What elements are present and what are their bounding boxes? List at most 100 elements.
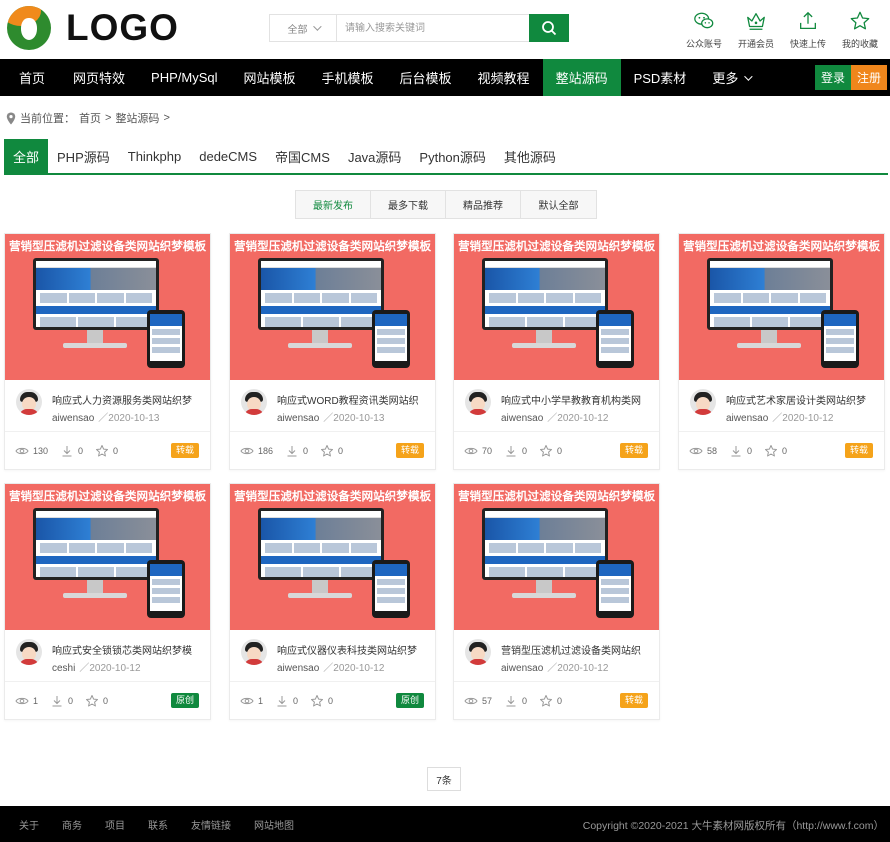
card-author[interactable]: aiwensao bbox=[277, 413, 319, 424]
login-button[interactable]: 登录 bbox=[815, 65, 851, 90]
favorites-stat[interactable]: 0 bbox=[320, 444, 343, 458]
footer-link-business[interactable]: 商务 bbox=[62, 817, 82, 832]
nav-item-psd[interactable]: PSD素材 bbox=[621, 59, 700, 96]
nav-item-more[interactable]: 更多 bbox=[699, 59, 763, 96]
nav-item-admin-templates[interactable]: 后台模板 bbox=[387, 59, 465, 96]
sort-most-downloaded[interactable]: 最多下载 bbox=[371, 191, 446, 218]
quick-link-label: 我的收藏 bbox=[841, 39, 878, 49]
nav-item-home[interactable]: 首页 bbox=[0, 59, 60, 96]
tab-other[interactable]: 其他源码 bbox=[495, 139, 565, 173]
favorites-stat[interactable]: 0 bbox=[764, 444, 787, 458]
breadcrumb-current[interactable]: 整站源码 bbox=[115, 110, 159, 126]
card-thumbnail[interactable]: 营销型压滤机过滤设备类网站织梦模板 bbox=[454, 484, 659, 630]
nav-item-video-tutorials[interactable]: 视频教程 bbox=[465, 59, 543, 96]
avatar[interactable] bbox=[241, 389, 267, 415]
card-thumbnail[interactable]: 营销型压滤机过滤设备类网站织梦模板 bbox=[230, 234, 435, 380]
tab-empirecms[interactable]: 帝国CMS bbox=[266, 139, 339, 173]
downloads-stat: 0 bbox=[504, 694, 527, 708]
card-thumbnail[interactable]: 营销型压滤机过滤设备类网站织梦模板 bbox=[230, 484, 435, 630]
card-author[interactable]: aiwensao bbox=[277, 663, 319, 674]
quick-link-upload[interactable]: 快速上传 bbox=[782, 10, 834, 50]
breadcrumb-home[interactable]: 首页 bbox=[79, 110, 101, 126]
nav-item-site-templates[interactable]: 网站模板 bbox=[231, 59, 309, 96]
thumbnail-title: 营销型压滤机过滤设备类网站织梦模板 bbox=[8, 490, 207, 503]
favorites-stat[interactable]: 0 bbox=[539, 444, 562, 458]
resource-card[interactable]: 营销型压滤机过滤设备类网站织梦模板 bbox=[229, 483, 436, 720]
avatar[interactable] bbox=[16, 639, 42, 665]
phone-illustration bbox=[372, 310, 410, 368]
tab-php[interactable]: PHP源码 bbox=[48, 139, 119, 173]
resource-card[interactable]: 营销型压滤机过滤设备类网站织梦模板 bbox=[4, 233, 211, 470]
card-title[interactable]: 响应式仪器仪表科技类网站织梦 bbox=[277, 642, 427, 657]
search-input[interactable] bbox=[337, 15, 529, 41]
footer-link-projects[interactable]: 项目 bbox=[105, 817, 125, 832]
quick-link-favorites[interactable]: 我的收藏 bbox=[834, 10, 886, 50]
card-stats: 1 0 0 原创 bbox=[5, 682, 210, 719]
card-author[interactable]: aiwensao bbox=[501, 413, 543, 424]
footer-link-contact[interactable]: 联系 bbox=[148, 817, 168, 832]
nav-item-php-mysql[interactable]: PHP/MySql bbox=[138, 59, 230, 96]
card-title[interactable]: 响应式WORD教程资讯类网站织 bbox=[277, 392, 427, 407]
favorites-stat[interactable]: 0 bbox=[539, 694, 562, 708]
tab-all[interactable]: 全部 bbox=[4, 139, 49, 173]
footer-link-sitemap[interactable]: 网站地图 bbox=[254, 817, 294, 832]
sort-default[interactable]: 默认全部 bbox=[521, 191, 596, 218]
favorites-stat[interactable]: 0 bbox=[310, 694, 333, 708]
avatar[interactable] bbox=[241, 639, 267, 665]
card-title[interactable]: 营销型压滤机过滤设备类网站织 bbox=[501, 642, 651, 657]
sort-latest[interactable]: 最新发布 bbox=[296, 191, 371, 218]
logo[interactable]: LOGO bbox=[7, 6, 179, 50]
card-date: ／2020-10-12 bbox=[547, 663, 609, 674]
card-title[interactable]: 响应式安全锁锁芯类网站织梦模 bbox=[52, 642, 202, 657]
resource-card[interactable]: 营销型压滤机过滤设备类网站织梦模板 bbox=[678, 233, 885, 470]
card-author[interactable]: aiwensao bbox=[52, 413, 94, 424]
avatar[interactable] bbox=[690, 389, 716, 415]
resource-card[interactable]: 营销型压滤机过滤设备类网站织梦模板 bbox=[453, 483, 660, 720]
avatar[interactable] bbox=[465, 389, 491, 415]
favorites-stat[interactable]: 0 bbox=[95, 444, 118, 458]
card-date: ／2020-10-12 bbox=[79, 663, 141, 674]
card-thumbnail[interactable]: 营销型压滤机过滤设备类网站织梦模板 bbox=[679, 234, 884, 380]
nav-item-web-effects[interactable]: 网页特效 bbox=[60, 59, 138, 96]
monitor-illustration bbox=[707, 258, 833, 330]
card-title[interactable]: 响应式中小学早教教育机构类网 bbox=[501, 392, 651, 407]
card-author-line: aiwensao ／2020-10-12 bbox=[501, 409, 608, 424]
resource-card[interactable]: 营销型压滤机过滤设备类网站织梦模板 bbox=[4, 483, 211, 720]
category-tabs: 全部 PHP源码 Thinkphp dedeCMS 帝国CMS Java源码 P… bbox=[4, 139, 888, 175]
card-meta: 营销型压滤机过滤设备类网站织 aiwensao ／2020-10-12 bbox=[454, 630, 659, 682]
logo-text: LOGO bbox=[66, 7, 179, 48]
tab-java[interactable]: Java源码 bbox=[339, 139, 410, 173]
download-icon bbox=[52, 695, 62, 706]
card-title[interactable]: 响应式人力资源服务类网站织梦 bbox=[52, 392, 202, 407]
quick-link-wechat[interactable]: 公众账号 bbox=[678, 10, 730, 50]
nav-more-label: 更多 bbox=[712, 71, 739, 86]
resource-card[interactable]: 营销型压滤机过滤设备类网站织梦模板 bbox=[453, 233, 660, 470]
thumbnail-title: 营销型压滤机过滤设备类网站织梦模板 bbox=[233, 240, 432, 253]
tab-thinkphp[interactable]: Thinkphp bbox=[119, 139, 190, 173]
card-title[interactable]: 响应式艺术家居设计类网站织梦 bbox=[726, 392, 876, 407]
search-category-select[interactable]: 全部 bbox=[270, 15, 337, 41]
quick-link-vip[interactable]: 开通会员 bbox=[730, 10, 782, 50]
card-thumbnail[interactable]: 营销型压滤机过滤设备类网站织梦模板 bbox=[5, 234, 210, 380]
nav-item-site-source[interactable]: 整站源码 bbox=[542, 59, 621, 96]
card-thumbnail[interactable]: 营销型压滤机过滤设备类网站织梦模板 bbox=[5, 484, 210, 630]
footer-link-about[interactable]: 关于 bbox=[19, 817, 39, 832]
register-button[interactable]: 注册 bbox=[851, 65, 887, 90]
search-button[interactable] bbox=[529, 14, 569, 42]
tab-python[interactable]: Python源码 bbox=[410, 139, 494, 173]
footer-link-friend-links[interactable]: 友情链接 bbox=[191, 817, 231, 832]
card-author[interactable]: ceshi bbox=[52, 663, 75, 674]
card-author[interactable]: aiwensao bbox=[726, 413, 768, 424]
resource-card[interactable]: 营销型压滤机过滤设备类网站织梦模板 bbox=[229, 233, 436, 470]
tab-dedecms[interactable]: dedeCMS bbox=[190, 139, 266, 173]
eye-icon bbox=[464, 697, 478, 704]
card-thumbnail[interactable]: 营销型压滤机过滤设备类网站织梦模板 bbox=[454, 234, 659, 380]
favorites-stat[interactable]: 0 bbox=[85, 694, 108, 708]
card-author[interactable]: aiwensao bbox=[501, 663, 543, 674]
monitor-illustration bbox=[258, 258, 384, 330]
avatar[interactable] bbox=[465, 639, 491, 665]
avatar[interactable] bbox=[16, 389, 42, 415]
nav-item-mobile-templates[interactable]: 手机模板 bbox=[309, 59, 387, 96]
sort-featured[interactable]: 精品推荐 bbox=[446, 191, 521, 218]
star-icon bbox=[86, 694, 99, 706]
